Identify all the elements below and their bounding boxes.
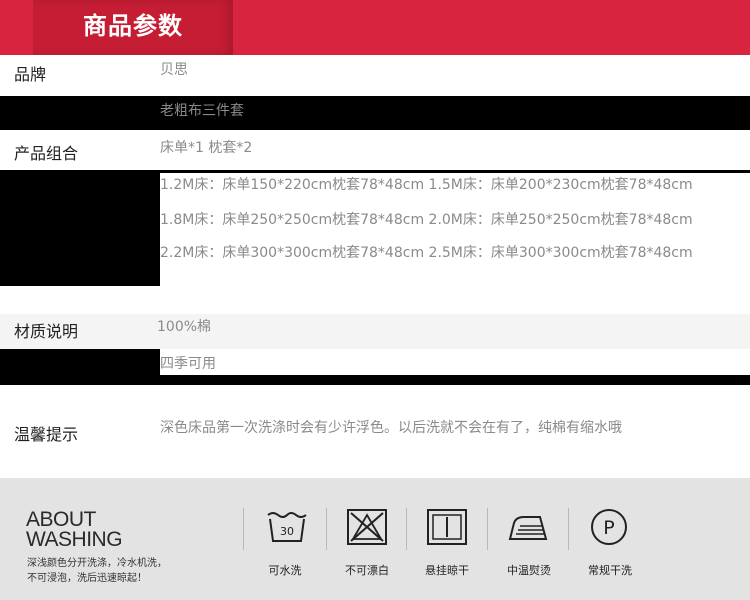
dry-clean-icon: P [587, 507, 631, 547]
size-line-1: 1.2M床：床单150*220cm枕套78*48cm 1.5M床：床单200*2… [160, 177, 693, 193]
header-tab: 商品参数 [33, 0, 233, 55]
washing-description: 深浅颜色分开洗涤，冷水机洗， 不可浸泡，洗后迅速晾起！ [27, 558, 167, 584]
param-row-combo: 产品组合 床单*1 枕套*2 [0, 130, 750, 170]
param-label-combo: 产品组合 [14, 144, 79, 163]
param-row-brand: 品牌 贝思 [0, 55, 750, 96]
hand-wash-30-icon: 30 [265, 507, 309, 547]
wash-label-5: 常规干洗 [588, 564, 632, 577]
param-label-material: 材质说明 [14, 322, 79, 341]
wash-label-4: 中温熨烫 [507, 564, 551, 577]
param-row-sizes: 1.2M床：床单150*220cm枕套78*48cm 1.5M床：床单200*2… [0, 170, 750, 286]
spacer-row [0, 286, 750, 314]
size-line-3: 2.2M床：床单300*300cm枕套78*48cm 2.5M床：床单300*3… [160, 245, 693, 261]
param-value-season: 四季可用 [160, 356, 216, 372]
page-title: 商品参数 [83, 12, 183, 40]
param-value-style: 老粗布三件套 [160, 103, 244, 119]
param-label-brand: 品牌 [14, 65, 47, 84]
svg-text:P: P [603, 517, 614, 539]
about-washing-title: ABOUT WASHING [26, 508, 123, 551]
param-value-brand: 贝思 [160, 62, 188, 78]
wash-label-1: 可水洗 [268, 564, 302, 577]
svg-text:30: 30 [280, 525, 294, 538]
param-value-tips: 深色床品第一次洗涤时会有少许浮色。以后洗就不会在有了，纯棉有缩水哦 [160, 420, 622, 436]
param-row-season: 四季可用 [0, 349, 750, 385]
size-line-2: 1.8M床：床单250*250cm枕套78*48cm 2.0M床：床单250*2… [160, 212, 693, 228]
section-header: 商品参数 [0, 0, 750, 55]
param-label-tips: 温馨提示 [14, 425, 79, 444]
no-bleach-icon [345, 507, 389, 547]
wash-label-3: 悬挂晾干 [425, 564, 469, 577]
iron-medium-icon [506, 507, 550, 547]
param-row-style: 老粗布三件套 [0, 96, 750, 130]
wash-label-2: 不可漂白 [345, 564, 389, 577]
param-value-material: 100%棉 [157, 319, 212, 335]
param-value-combo: 床单*1 枕套*2 [160, 140, 253, 156]
hang-dry-icon [425, 507, 469, 547]
param-row-material: 材质说明 100%棉 [0, 314, 750, 349]
param-row-tips: 温馨提示 深色床品第一次洗涤时会有少许浮色。以后洗就不会在有了，纯棉有缩水哦 [0, 385, 750, 478]
